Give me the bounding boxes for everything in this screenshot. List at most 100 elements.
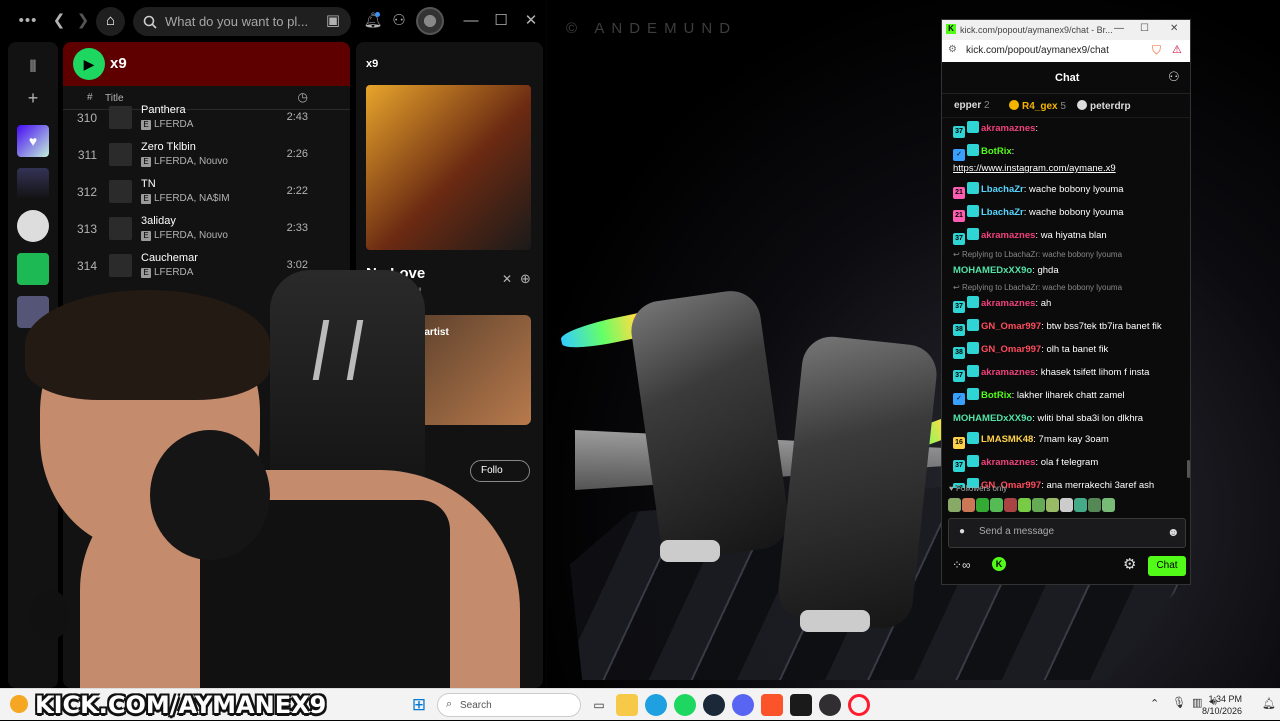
emote-icon[interactable] (976, 498, 989, 512)
chat-message[interactable]: ✓ BotRix: https://www.instagram.com/ayman… (942, 141, 1190, 179)
library-icon[interactable]: ⫴ (18, 54, 48, 82)
chat-message[interactable]: 37 akramaznes: ah (942, 293, 1190, 316)
emote-icon[interactable] (1102, 498, 1115, 512)
browse-icon[interactable]: ▣ (322, 7, 344, 35)
track-row[interactable]: 313 3aliday E LFERDA, Nouvo 2:33 (63, 211, 350, 248)
maximize-icon[interactable]: ☐ (1140, 23, 1149, 34)
chat-username[interactable]: GN_Omar997 (981, 344, 1041, 355)
chat-username[interactable]: LMASMK48 (981, 434, 1033, 445)
chat-message[interactable]: 37 akramaznes: (942, 118, 1190, 141)
track-title[interactable]: Panthera (141, 104, 186, 116)
site-info-icon[interactable]: ⚙ (948, 44, 957, 55)
emote-icon[interactable] (1074, 498, 1087, 512)
points-icon[interactable]: ⁘∞ (952, 558, 971, 572)
top-gifter[interactable]: epper 2 (954, 100, 990, 111)
emote-icon[interactable] (1088, 498, 1101, 512)
chat-username[interactable]: GN_Omar997 (981, 321, 1041, 332)
chat-username[interactable]: akramaznes (981, 123, 1035, 134)
top-gifter[interactable]: R4_gex 5 (1009, 100, 1066, 112)
friends-icon[interactable]: ⚇ (388, 7, 410, 35)
emote-icon[interactable] (962, 498, 975, 512)
brave-shield-icon[interactable]: ⛉ (1152, 43, 1161, 58)
chat-username[interactable]: BotRix (981, 390, 1012, 401)
library-item[interactable] (17, 210, 49, 242)
liked-songs-tile[interactable]: ♥ (17, 125, 49, 157)
track-row[interactable]: 310 Panthera E LFERDA 2:43 (63, 100, 350, 137)
emote-icon[interactable] (1032, 498, 1045, 512)
track-title[interactable]: Zero Tklbin (141, 141, 196, 153)
notifications-icon[interactable]: 🔔︎ (362, 7, 384, 35)
terminal-icon[interactable] (790, 694, 812, 716)
close-icon[interactable]: ✕ (520, 7, 542, 35)
clock[interactable]: 1:34 PM 8/10/2026 (1202, 693, 1242, 717)
chat-message[interactable]: 37 akramaznes: khasek tsifett lihom f ins… (942, 362, 1190, 385)
chat-username[interactable]: LbachaZr (981, 207, 1024, 218)
warning-icon[interactable]: ⚠ (1172, 43, 1182, 56)
file-explorer-icon[interactable] (616, 694, 638, 716)
track-row[interactable]: 311 Zero Tklbin E LFERDA, Nouvo 2:26 (63, 137, 350, 174)
track-artist-names[interactable]: LFERDA, Nouvo (154, 156, 228, 167)
opera-icon[interactable] (848, 694, 870, 716)
track-title[interactable]: 3aliday (141, 215, 176, 227)
home-icon[interactable]: ⌂ (96, 7, 125, 36)
emoji-icon[interactable]: ☻ (1167, 525, 1180, 539)
minimize-icon[interactable]: — (1114, 23, 1124, 34)
track-row[interactable]: 312 TN E LFERDA, NA$IM 2:22 (63, 174, 350, 211)
chat-username[interactable]: akramaznes (981, 230, 1035, 241)
track-artist-names[interactable]: LFERDA, Nouvo (154, 230, 228, 241)
maximize-icon[interactable]: ☐ (490, 7, 512, 35)
mic-icon[interactable]: 🎙︎ (1172, 696, 1186, 709)
chat-username[interactable]: MOHAMEDxXX9o (953, 413, 1032, 424)
top-gifter[interactable]: peterdrp (1077, 100, 1131, 112)
steam-icon[interactable] (703, 694, 725, 716)
chat-username[interactable]: akramaznes (981, 457, 1035, 468)
emote-icon[interactable] (990, 498, 1003, 512)
obs-icon[interactable] (819, 694, 841, 716)
message-box[interactable]: ● ☻ (948, 518, 1186, 548)
chat-message[interactable]: MOHAMEDxXX9o: wliti bhal sba3i lon dlkhr… (942, 408, 1190, 429)
chat-message[interactable]: 21 LbachaZr: wache bobony lyouma (942, 179, 1190, 202)
emote-icon[interactable] (1060, 498, 1073, 512)
emote-icon[interactable] (1004, 498, 1017, 512)
play-button[interactable]: ▶ (73, 48, 105, 80)
message-input[interactable] (979, 526, 1149, 537)
edge-icon[interactable] (645, 694, 667, 716)
avatar[interactable] (416, 7, 444, 35)
emote-icon[interactable] (1018, 498, 1031, 512)
search-input[interactable] (165, 14, 325, 29)
chat-link[interactable]: https://www.instagram.com/aymane.x9 (953, 163, 1116, 174)
library-item[interactable] (17, 168, 49, 200)
scrollbar[interactable] (1187, 460, 1190, 478)
brave-icon[interactable] (761, 694, 783, 716)
kick-k-icon[interactable]: K (992, 557, 1006, 571)
tray-chevron-icon[interactable]: ⌃ (1150, 697, 1159, 710)
weather-icon[interactable] (10, 695, 28, 713)
add-icon[interactable]: + (18, 84, 48, 112)
chat-message[interactable]: ✓ BotRix: lakher liharek chatt zamel (942, 385, 1190, 408)
chat-username[interactable]: MOHAMEDxXX9o (953, 265, 1032, 276)
chat-username[interactable]: akramaznes (981, 298, 1035, 309)
url-text[interactable]: kick.com/popout/aymanex9/chat (966, 45, 1109, 56)
chat-username[interactable]: BotRix (981, 146, 1012, 157)
track-title[interactable]: TN (141, 178, 156, 190)
track-title[interactable]: Cauchemar (141, 252, 198, 264)
chat-message[interactable]: 37 akramaznes: ola f telegram (942, 452, 1190, 475)
chat-message[interactable]: 16 LMASMK48: 7mam kay 3oam (942, 429, 1190, 452)
task-view-icon[interactable]: ▭ (588, 694, 610, 716)
emote-icon[interactable] (948, 498, 961, 512)
track-artist-names[interactable]: LFERDA, NA$IM (154, 193, 230, 204)
more-icon[interactable]: ••• (14, 7, 42, 35)
chat-message[interactable]: 38 GN_Omar997: btw bss7tek tb7ira banet f… (942, 316, 1190, 339)
back-icon[interactable]: ❮ (48, 7, 70, 35)
chat-username[interactable]: LbachaZr (981, 184, 1024, 195)
chat-message[interactable]: MOHAMEDxXX9o: ghda (942, 260, 1190, 281)
emote-icon[interactable] (1046, 498, 1059, 512)
address-bar[interactable]: ⚙ kick.com/popout/aymanex9/chat ⛉ ⚠ (942, 40, 1190, 62)
track-artist-names[interactable]: LFERDA (154, 119, 193, 130)
chat-message[interactable]: 37 akramaznes: wa hiyatna blan (942, 225, 1190, 248)
taskbar-search[interactable]: ⌕ Search (437, 693, 581, 717)
minimize-icon[interactable]: — (460, 7, 482, 35)
settings-icon[interactable]: ⚙ (1123, 555, 1136, 573)
network-icon[interactable]: ▥ (1192, 696, 1202, 709)
chat-message[interactable]: 21 LbachaZr: wache bobony lyouma (942, 202, 1190, 225)
